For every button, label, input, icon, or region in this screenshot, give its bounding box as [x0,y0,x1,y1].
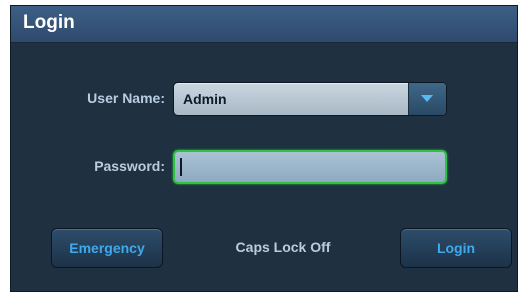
emergency-button[interactable]: Emergency [51,228,163,268]
title-bar: Login [11,6,517,43]
caps-lock-status: Caps Lock Off [235,239,331,255]
login-button[interactable]: Login [400,228,512,268]
user-name-value: Admin [183,91,227,107]
password-input[interactable] [173,150,447,184]
chevron-down-icon [421,95,433,102]
text-cursor [180,158,182,176]
login-dialog: Login User Name: Admin Password: Emergen… [10,5,518,292]
dialog-title: Login [23,12,75,33]
user-name-label: User Name: [87,90,165,106]
user-name-select[interactable]: Admin [173,82,447,116]
user-name-dropdown-button[interactable] [408,83,446,115]
password-label: Password: [94,158,165,174]
